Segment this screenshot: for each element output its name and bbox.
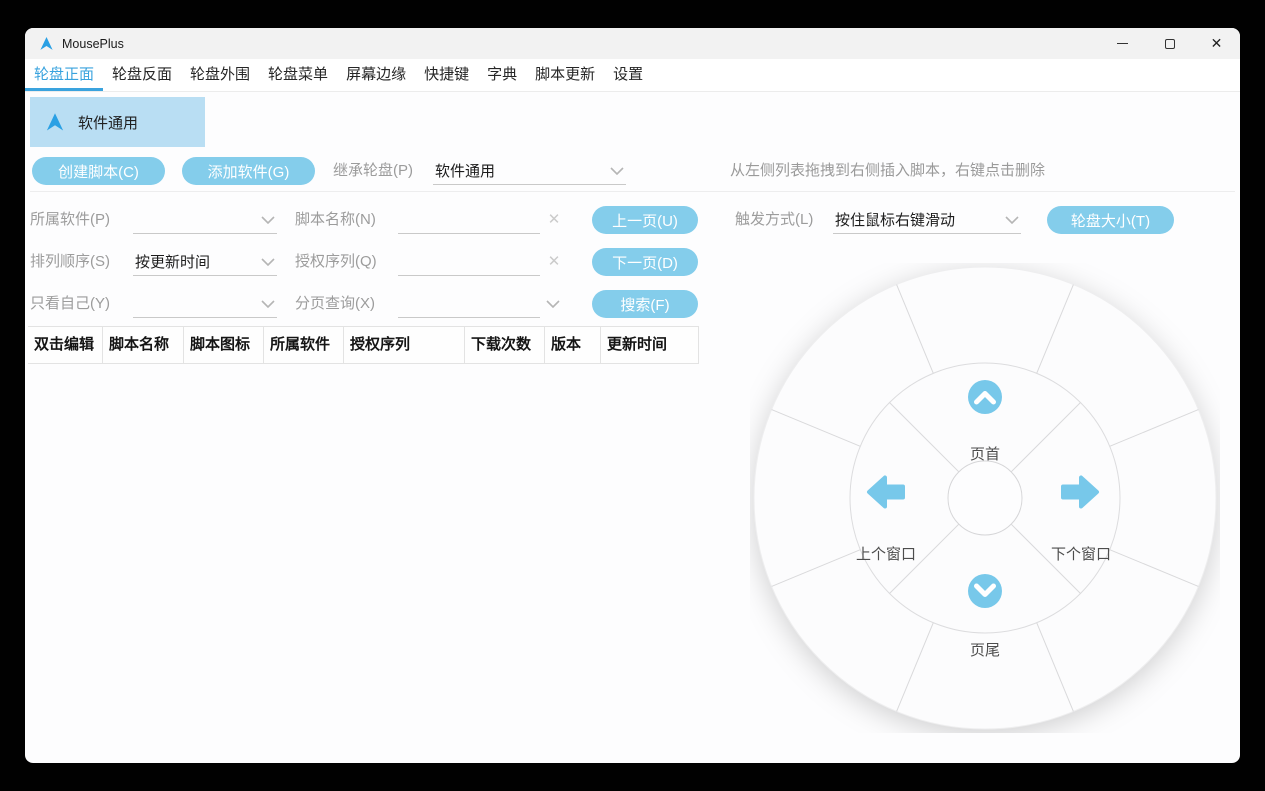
only-mine-dropdown[interactable] (133, 290, 277, 318)
tab-script-update[interactable]: 脚本更新 (526, 59, 604, 91)
wheel-label-bottom[interactable]: 页尾 (970, 639, 1000, 660)
table-header-script-name: 脚本名称 (103, 327, 184, 363)
license-serial-input[interactable] (398, 248, 540, 276)
clear-icon[interactable]: ✕ (544, 206, 564, 234)
desktop-background: MousePlus ✕ 轮盘正面 轮盘反面 轮盘外围 轮盘菜单 屏幕边缘 快捷键… (0, 0, 1265, 791)
chevron-down-icon (610, 167, 624, 175)
chevron-down-icon (261, 216, 275, 224)
minimize-button[interactable] (1099, 28, 1146, 59)
tab-dictionary[interactable]: 字典 (478, 59, 526, 91)
wheel-label-top[interactable]: 页首 (970, 443, 1000, 464)
chevron-down-icon (542, 290, 564, 318)
titlebar[interactable]: MousePlus ✕ (25, 28, 1240, 59)
tab-wheel-front[interactable]: 轮盘正面 (25, 59, 103, 91)
wheel-sector-bottom[interactable] (968, 574, 1002, 608)
main-tabbar: 轮盘正面 轮盘反面 轮盘外围 轮盘菜单 屏幕边缘 快捷键 字典 脚本更新 设置 (25, 59, 1240, 92)
tab-settings[interactable]: 设置 (604, 59, 652, 91)
search-button[interactable]: 搜索(F) (592, 290, 698, 318)
tab-screen-edge[interactable]: 屏幕边缘 (337, 59, 415, 91)
trigger-mode-value: 按住鼠标右键滑动 (835, 209, 955, 230)
wheel-sector-top[interactable] (968, 380, 1002, 414)
app-logo-icon (39, 36, 54, 51)
app-title: MousePlus (62, 37, 124, 51)
inherit-wheel-value: 软件通用 (435, 160, 495, 181)
table-header-update-time: 更新时间 (601, 327, 699, 363)
sort-order-value: 按更新时间 (135, 251, 210, 272)
table-header-license-serial: 授权序列 (344, 327, 465, 363)
mouseplus-window: MousePlus ✕ 轮盘正面 轮盘反面 轮盘外围 轮盘菜单 屏幕边缘 快捷键… (25, 28, 1240, 763)
sort-order-dropdown[interactable]: 按更新时间 (133, 248, 277, 276)
script-table-header: 双击编辑 脚本名称 脚本图标 所属软件 授权序列 下载次数 版本 更新时间 (28, 326, 699, 364)
prev-page-button[interactable]: 上一页(U) (592, 206, 698, 234)
profile-logo-icon (45, 112, 65, 132)
close-button[interactable]: ✕ (1193, 28, 1240, 59)
chevron-down-icon (1005, 216, 1019, 224)
table-header-download-count: 下载次数 (465, 327, 545, 363)
create-script-button[interactable]: 创建脚本(C) (32, 157, 165, 185)
only-mine-label: 只看自己(Y) (30, 290, 110, 318)
sort-order-label: 排列顺序(S) (30, 248, 110, 276)
trigger-mode-dropdown[interactable]: 按住鼠标右键滑动 (833, 206, 1021, 234)
owner-software-label: 所属软件(P) (30, 206, 110, 234)
maximize-icon (1165, 39, 1175, 49)
tab-wheel-menu[interactable]: 轮盘菜单 (259, 59, 337, 91)
table-header-script-icon: 脚本图标 (184, 327, 264, 363)
inherit-wheel-dropdown[interactable]: 软件通用 (433, 157, 626, 185)
wheel-preview[interactable] (750, 263, 1220, 733)
tab-wheel-back[interactable]: 轮盘反面 (103, 59, 181, 91)
wheel-size-button[interactable]: 轮盘大小(T) (1047, 206, 1174, 234)
close-icon: ✕ (1211, 35, 1223, 52)
minimize-icon (1117, 43, 1128, 44)
script-name-label: 脚本名称(N) (295, 206, 376, 234)
profile-tab-label: 软件通用 (78, 112, 138, 133)
wheel-label-left[interactable]: 上个窗口 (856, 543, 916, 564)
clear-icon[interactable]: ✕ (544, 248, 564, 276)
owner-software-dropdown[interactable] (133, 206, 277, 234)
table-header-version: 版本 (545, 327, 601, 363)
drag-hint-text: 从左侧列表拖拽到右侧插入脚本，右键点击删除 (730, 157, 1045, 185)
table-header-owner-software: 所属软件 (264, 327, 344, 363)
window-controls: ✕ (1099, 28, 1240, 59)
toolbar-separator (30, 191, 1235, 192)
page-query-label: 分页查询(X) (295, 290, 375, 318)
next-page-button[interactable]: 下一页(D) (592, 248, 698, 276)
table-header-double-click-edit: 双击编辑 (28, 327, 103, 363)
trigger-mode-label: 触发方式(L) (735, 206, 813, 234)
tab-hotkeys[interactable]: 快捷键 (415, 59, 478, 91)
profile-tab-software-general[interactable]: 软件通用 (30, 97, 205, 147)
page-query-dropdown[interactable] (398, 290, 540, 318)
maximize-button[interactable] (1146, 28, 1193, 59)
chevron-down-icon (261, 258, 275, 266)
chevron-down-icon (261, 300, 275, 308)
license-serial-label: 授权序列(Q) (295, 248, 377, 276)
add-software-button[interactable]: 添加软件(G) (182, 157, 315, 185)
inherit-wheel-label: 继承轮盘(P) (333, 157, 413, 185)
script-name-input[interactable] (398, 206, 540, 234)
tab-wheel-outer[interactable]: 轮盘外围 (181, 59, 259, 91)
wheel-label-right[interactable]: 下个窗口 (1051, 543, 1111, 564)
wheel-hub-circle (948, 461, 1022, 535)
